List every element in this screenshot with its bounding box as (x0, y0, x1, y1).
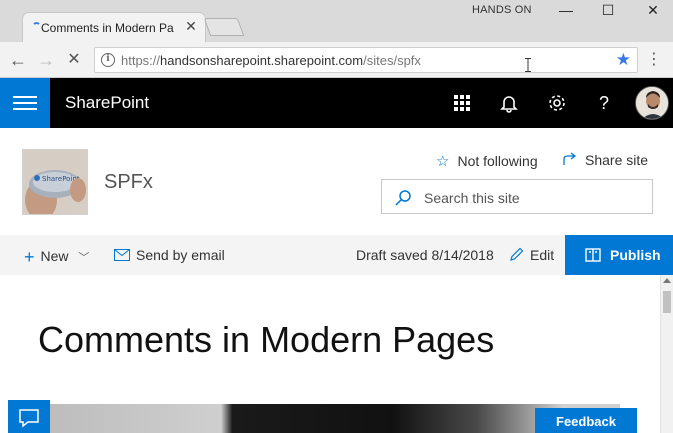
scroll-thumb[interactable] (663, 291, 671, 313)
tab-title: Comments in Modern Pa (41, 21, 174, 35)
user-photo (636, 87, 668, 119)
brand-name[interactable]: SharePoint (65, 93, 149, 113)
star-outline-icon: ☆ (436, 153, 450, 170)
site-title[interactable]: SPFx (104, 171, 153, 194)
comment-icon (19, 409, 39, 428)
vertical-scrollbar[interactable] (660, 275, 673, 433)
maximize-icon[interactable]: ☐ (588, 0, 628, 20)
command-bar: + New ﹀ Send by email Draft saved 8/14/20… (0, 235, 673, 275)
edit-label: Edit (530, 247, 555, 263)
chevron-down-icon: ﹀ (78, 252, 90, 264)
waffle-grid-icon[interactable] (450, 91, 474, 115)
notifications-bell-icon[interactable] (497, 91, 521, 115)
scroll-up-icon[interactable] (663, 278, 671, 283)
share-icon (563, 152, 577, 165)
draft-status: Draft saved 8/14/2018 (356, 247, 494, 263)
address-bar[interactable]: i https://handsonsharepoint.sharepoint.c… (94, 47, 638, 73)
new-label: New (40, 248, 69, 264)
search-icon (395, 190, 411, 206)
site-search-box[interactable]: Search this site (381, 179, 653, 214)
browser-tab[interactable]: Comments in Modern Pa ✕ (22, 12, 206, 42)
browser-titlebar: Comments in Modern Pa ✕ HANDS ON — ☐ ✕ (0, 0, 673, 42)
hamburger-line (13, 102, 37, 104)
publish-button[interactable]: Publish (565, 235, 673, 275)
share-label: Share site (585, 152, 649, 168)
help-icon[interactable]: ? (592, 91, 616, 115)
search-placeholder: Search this site (424, 190, 520, 206)
minimize-icon[interactable]: — (546, 0, 586, 20)
follow-label: Not following (457, 153, 538, 169)
feedback-button[interactable]: Feedback (535, 408, 637, 433)
mail-icon (114, 249, 130, 261)
follow-button[interactable]: ☆ Not following (436, 152, 538, 170)
back-arrow-icon[interactable]: ← (8, 50, 28, 70)
bookmark-star-icon[interactable]: ★ (616, 50, 631, 70)
settings-gear-icon[interactable] (545, 91, 569, 115)
edit-button[interactable]: Edit (509, 247, 554, 263)
hamburger-line (13, 108, 37, 110)
url-text: https://handsonsharepoint.sharepoint.com… (121, 53, 421, 68)
site-logo[interactable]: SharePoint (22, 149, 88, 215)
chat-button[interactable] (8, 400, 50, 433)
user-avatar[interactable] (635, 86, 669, 120)
share-site-button[interactable]: Share site (563, 152, 648, 168)
profile-label[interactable]: HANDS ON (472, 4, 532, 16)
stop-loading-icon[interactable]: ✕ (64, 50, 84, 70)
new-tab-button[interactable] (203, 18, 245, 36)
site-header: SharePoint SPFx ☆ Not following Share sit… (0, 128, 673, 235)
browser-toolbar: ← → ✕ i https://handsonsharepoint.sharep… (0, 42, 673, 78)
hamburger-line (13, 96, 37, 98)
window-close-icon[interactable]: ✕ (633, 0, 673, 20)
app-launcher-button[interactable] (0, 78, 50, 128)
suite-bar: SharePoint ? (0, 78, 673, 128)
text-cursor-icon (525, 58, 531, 72)
send-label: Send by email (136, 247, 225, 263)
pencil-icon (510, 247, 524, 261)
publish-label: Publish (610, 247, 661, 263)
forward-arrow-icon[interactable]: → (36, 50, 56, 70)
site-logo-image: SharePoint (23, 150, 87, 214)
book-icon (585, 248, 601, 262)
info-icon[interactable]: i (101, 53, 115, 67)
tab-close-icon[interactable]: ✕ (183, 18, 199, 34)
browser-window: Comments in Modern Pa ✕ HANDS ON — ☐ ✕ ←… (0, 0, 673, 433)
send-by-email-button[interactable]: Send by email (114, 247, 225, 263)
browser-menu-icon[interactable]: ⋮ (646, 50, 662, 70)
new-button[interactable]: + New ﹀ (24, 247, 89, 268)
plus-icon: + (24, 247, 35, 267)
page-title[interactable]: Comments in Modern Pages (38, 319, 494, 361)
